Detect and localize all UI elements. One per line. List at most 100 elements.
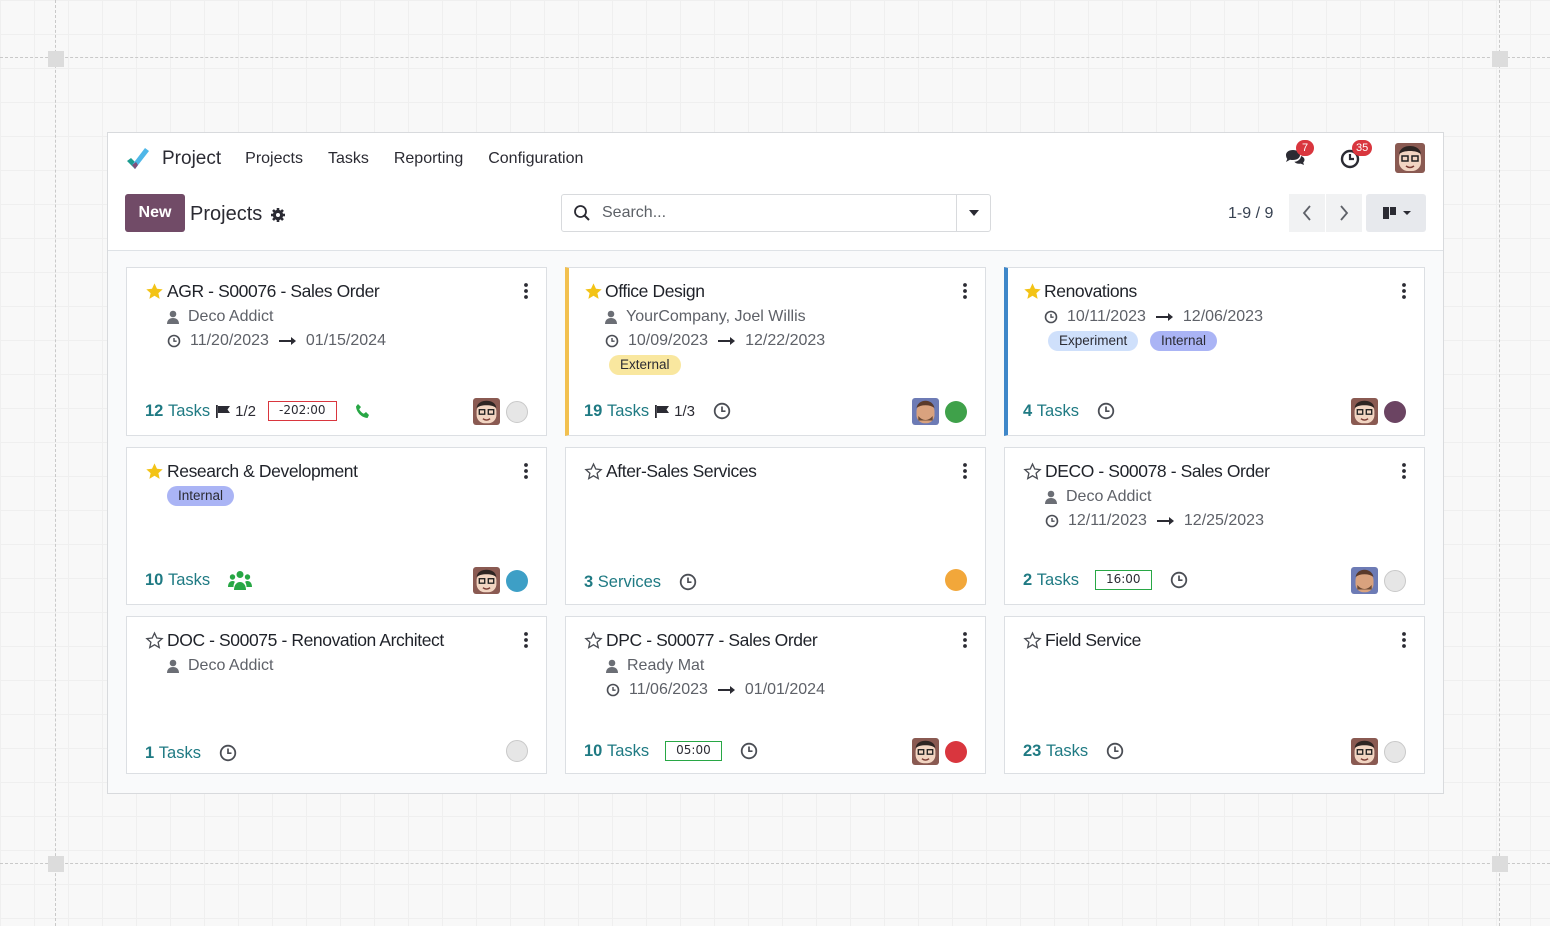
task-count-link[interactable]: 10 Tasks xyxy=(584,742,649,761)
status-indicator[interactable] xyxy=(506,569,528,592)
project-title[interactable]: AGR - S00076 - Sales Order xyxy=(167,281,380,302)
project-card[interactable]: DECO - S00078 - Sales Order Deco Addict … xyxy=(1004,447,1425,605)
favorite-star-outline-icon[interactable] xyxy=(584,462,603,481)
activity-button[interactable] xyxy=(219,744,237,762)
status-indicator[interactable] xyxy=(1384,740,1406,763)
favorite-star-outline-icon[interactable] xyxy=(584,631,603,650)
activities-button[interactable]: 35 xyxy=(1339,140,1373,170)
activity-button[interactable] xyxy=(740,742,758,760)
favorite-star-filled-icon[interactable] xyxy=(145,282,164,301)
task-count-link[interactable]: 2 Tasks xyxy=(1023,571,1079,590)
milestone-progress[interactable]: 1/2 xyxy=(216,403,256,420)
project-title[interactable]: Office Design xyxy=(605,281,705,302)
activity-button[interactable] xyxy=(679,573,697,591)
pager-value[interactable]: 1-9 / 9 xyxy=(1228,205,1273,223)
card-footer-right xyxy=(1351,398,1406,425)
pager-next-button[interactable] xyxy=(1326,194,1362,232)
activity-button[interactable] xyxy=(1106,742,1124,760)
project-card[interactable]: DPC - S00077 - Sales Order Ready Mat 11/… xyxy=(565,616,986,774)
allocated-hours-badge: 05:00 xyxy=(665,741,722,761)
avatar-face-icon xyxy=(912,398,939,425)
favorite-star-filled-icon[interactable] xyxy=(584,282,603,301)
kebab-menu-icon[interactable] xyxy=(522,462,530,480)
status-indicator[interactable] xyxy=(945,400,967,423)
kebab-menu-icon[interactable] xyxy=(961,282,969,300)
project-card[interactable]: After-Sales Services 3 Services xyxy=(565,447,986,605)
user-icon xyxy=(167,659,179,673)
menu-configuration[interactable]: Configuration xyxy=(488,150,583,168)
status-indicator[interactable] xyxy=(1384,569,1406,592)
project-manager-avatar[interactable] xyxy=(912,398,939,425)
project-manager-avatar[interactable] xyxy=(1351,567,1378,594)
user-icon xyxy=(167,310,179,324)
activity-button[interactable] xyxy=(1097,402,1115,420)
card-footer-right xyxy=(1351,738,1406,765)
task-count-link[interactable]: 12 Tasks xyxy=(145,402,210,421)
date-start: 10/11/2023 xyxy=(1067,308,1146,325)
view-switcher-button[interactable] xyxy=(1366,194,1426,232)
project-card[interactable]: Renovations 10/11/2023 12/06/2023 Experi… xyxy=(1004,267,1425,436)
status-indicator[interactable] xyxy=(506,740,528,762)
menu-reporting[interactable]: Reporting xyxy=(394,150,463,168)
kebab-menu-icon[interactable] xyxy=(961,462,969,480)
phone-button[interactable] xyxy=(355,403,372,420)
pager-previous-button[interactable] xyxy=(1289,194,1325,232)
kebab-menu-icon[interactable] xyxy=(1400,631,1408,649)
project-app-icon[interactable] xyxy=(124,145,152,173)
task-count-link[interactable]: 23 Tasks xyxy=(1023,742,1088,761)
project-title[interactable]: DOC - S00075 - Renovation Architect xyxy=(167,630,444,651)
messages-button[interactable]: 7 xyxy=(1283,140,1314,170)
service-count-link[interactable]: 3 Services xyxy=(584,573,661,592)
status-indicator[interactable] xyxy=(945,569,967,591)
project-title[interactable]: DPC - S00077 - Sales Order xyxy=(606,630,818,651)
favorite-star-filled-icon[interactable] xyxy=(1023,282,1042,301)
project-card[interactable]: AGR - S00076 - Sales Order Deco Addict 1… xyxy=(126,267,547,436)
task-count-link[interactable]: 10 Tasks xyxy=(145,571,210,590)
project-title[interactable]: DECO - S00078 - Sales Order xyxy=(1045,461,1270,482)
project-title[interactable]: After-Sales Services xyxy=(606,461,757,482)
followers-button[interactable] xyxy=(228,570,253,590)
kebab-menu-icon[interactable] xyxy=(522,631,530,649)
clock-icon xyxy=(1044,310,1058,324)
favorite-star-filled-icon[interactable] xyxy=(145,462,164,481)
kebab-menu-icon[interactable] xyxy=(1400,462,1408,480)
task-count-link[interactable]: 1 Tasks xyxy=(145,744,201,763)
project-card[interactable]: Research & Development Internal 10 Tasks xyxy=(126,447,547,605)
project-manager-avatar[interactable] xyxy=(473,567,500,594)
kebab-menu-icon[interactable] xyxy=(961,631,969,649)
task-count-link[interactable]: 19 Tasks xyxy=(584,402,649,421)
search-input[interactable] xyxy=(600,203,940,223)
project-card[interactable]: Office Design YourCompany, Joel Willis 1… xyxy=(565,267,986,436)
activity-button[interactable] xyxy=(1170,571,1188,589)
menu-tasks[interactable]: Tasks xyxy=(328,150,369,168)
favorite-star-outline-icon[interactable] xyxy=(1023,462,1042,481)
status-indicator[interactable] xyxy=(1384,400,1406,423)
user-avatar[interactable] xyxy=(1395,143,1425,173)
customer-name: Deco Addict xyxy=(1066,488,1152,505)
card-footer-right xyxy=(945,569,967,591)
project-manager-avatar[interactable] xyxy=(1351,398,1378,425)
project-card[interactable]: DOC - S00075 - Renovation Architect Deco… xyxy=(126,616,547,774)
status-indicator[interactable] xyxy=(945,740,967,763)
app-window: Project Projects Tasks Reporting Configu… xyxy=(107,132,1444,794)
app-brand-name[interactable]: Project xyxy=(162,148,221,170)
project-manager-avatar[interactable] xyxy=(473,398,500,425)
project-title[interactable]: Research & Development xyxy=(167,461,358,482)
gear-icon[interactable] xyxy=(270,207,286,223)
project-title[interactable]: Renovations xyxy=(1044,281,1137,302)
favorite-star-outline-icon[interactable] xyxy=(1023,631,1042,650)
menu-projects[interactable]: Projects xyxy=(245,150,303,168)
milestone-progress[interactable]: 1/3 xyxy=(655,403,695,420)
project-manager-avatar[interactable] xyxy=(1351,738,1378,765)
kebab-menu-icon[interactable] xyxy=(522,282,530,300)
project-card[interactable]: Field Service 23 Tasks xyxy=(1004,616,1425,774)
activity-button[interactable] xyxy=(713,402,731,420)
new-button[interactable]: New xyxy=(125,194,185,232)
kebab-menu-icon[interactable] xyxy=(1400,282,1408,300)
search-options-toggle[interactable] xyxy=(956,195,990,231)
favorite-star-outline-icon[interactable] xyxy=(145,631,164,650)
status-indicator[interactable] xyxy=(506,400,528,423)
task-count-link[interactable]: 4 Tasks xyxy=(1023,402,1079,421)
project-title[interactable]: Field Service xyxy=(1045,630,1141,651)
project-manager-avatar[interactable] xyxy=(912,738,939,765)
